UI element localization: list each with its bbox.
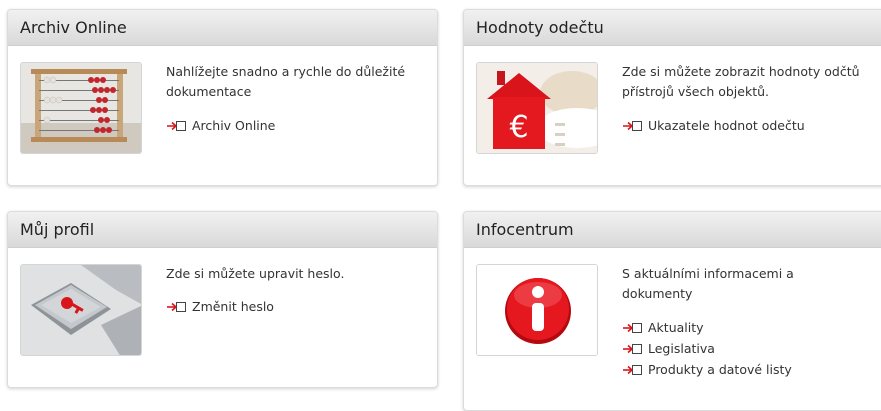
arrow-in-icon (623, 120, 642, 131)
link-aktuality[interactable]: Aktuality (622, 317, 792, 338)
link-produkty-a-datove-listy[interactable]: Produkty a datové listy (622, 359, 792, 380)
svg-text:€: € (509, 110, 528, 145)
card-archiv-online: Archiv Online Nahlížejte snadno a rychle… (7, 9, 438, 186)
link-label[interactable]: Změnit heslo (192, 299, 274, 314)
card-infocentrum: Infocentrum S aktuálními informacemi a d… (463, 211, 881, 411)
link-zmenit-heslo[interactable]: Změnit heslo (166, 296, 274, 317)
card-title: Hodnoty odečtu (464, 10, 881, 46)
link-label[interactable]: Aktuality (648, 320, 704, 335)
abacus-image (20, 62, 142, 154)
link-ukazatele-hodnot-odectu[interactable]: Ukazatele hodnot odečtu (622, 115, 805, 136)
card-description: Nahlížejte snadno a rychle do důležité d… (166, 64, 406, 99)
card-links: Archiv Online (166, 115, 275, 136)
card-title: Můj profil (8, 212, 437, 248)
card-description: Zde si můžete upravit heslo. (166, 266, 345, 281)
link-archiv-online[interactable]: Archiv Online (166, 115, 275, 136)
card-muj-profil: Můj profil Zde si můžete upravit heslo. … (7, 211, 438, 388)
card-hodnoty-odectu: Hodnoty odečtu € Zde si můžete zobrazit … (463, 9, 881, 186)
link-label[interactable]: Produkty a datové listy (648, 362, 792, 377)
card-description: Zde si můžete zobrazit hodnoty odčtů pří… (622, 64, 860, 99)
link-label[interactable]: Legislativa (648, 341, 715, 356)
arrow-in-icon (623, 343, 642, 354)
card-title: Infocentrum (464, 212, 881, 248)
card-links: Změnit heslo (166, 296, 274, 317)
info-sign-image (476, 264, 598, 356)
link-label[interactable]: Archiv Online (192, 118, 275, 133)
arrow-in-icon (623, 364, 642, 375)
card-links: Ukazatele hodnot odečtu (622, 115, 805, 136)
keyboard-key-image (20, 264, 142, 356)
arrow-in-icon (167, 120, 186, 131)
arrow-in-icon (623, 322, 642, 333)
card-links: Aktuality Legislativa Produkty a datové … (622, 317, 792, 380)
card-description: S aktuálními informacemi a dokumenty (622, 266, 794, 301)
link-legislativa[interactable]: Legislativa (622, 338, 792, 359)
link-label[interactable]: Ukazatele hodnot odečtu (648, 118, 805, 133)
arrow-in-icon (167, 301, 186, 312)
euro-house-image: € (476, 62, 598, 154)
card-title: Archiv Online (8, 10, 437, 46)
